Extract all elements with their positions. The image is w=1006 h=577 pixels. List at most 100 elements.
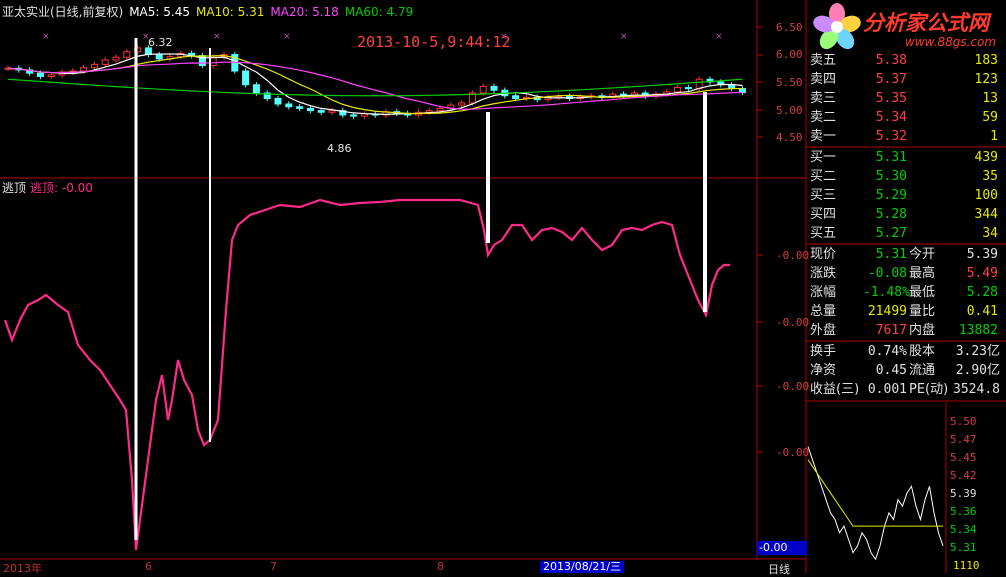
candle-body — [684, 87, 692, 90]
stat-label: 现价 — [810, 247, 837, 262]
price-low-label: 4.86 — [327, 142, 352, 155]
candle-body — [155, 54, 163, 60]
bid-label: 买二 — [810, 169, 837, 184]
stock-title: 亚太实业(日线,前复权) — [2, 5, 124, 19]
candle-body — [252, 84, 260, 94]
bid-row[interactable]: 买二 5.30 35 — [807, 167, 1006, 186]
ask-price: 5.38 — [875, 53, 907, 68]
stat-row: 现价 5.31 今开 5.39 — [807, 245, 1006, 264]
candle-body — [674, 87, 682, 93]
y-tick: 6.50 — [776, 21, 803, 34]
candle-body — [112, 56, 120, 61]
ask-row[interactable]: 卖四 5.37 123 — [807, 70, 1006, 89]
ask-price: 5.35 — [875, 91, 907, 106]
stat-row: 涨跌 -0.08 最高 5.49 — [807, 264, 1006, 283]
ask-row[interactable]: 卖五 5.38 183 — [807, 51, 1006, 70]
bid-volume: 344 — [974, 207, 998, 222]
intraday-y-tick: 5.47 — [950, 433, 977, 446]
stat-label: 涨跌 — [810, 266, 837, 281]
x-axis-label: 7 — [270, 560, 277, 573]
y-tick-indicator: -0.00 — [776, 446, 810, 459]
intraday-price-line — [807, 446, 944, 561]
fund-label: 流通 — [909, 363, 936, 378]
stat-value: 5.49 — [966, 266, 998, 281]
chart-header: 亚太实业(日线,前复权) MA5: 5.45 MA10: 5.31 MA20: 5.1… — [2, 3, 419, 20]
bid-row[interactable]: 买三 5.29 100 — [807, 186, 1006, 205]
bid-row[interactable]: 买一 5.31 439 — [807, 148, 1006, 167]
stat-label: 外盘 — [810, 323, 837, 338]
bid-volume: 100 — [974, 188, 998, 203]
event-marker: × — [620, 32, 628, 42]
bid-price: 5.28 — [875, 207, 907, 222]
candle-body — [47, 74, 55, 77]
ask-price: 5.32 — [875, 129, 907, 144]
stat-value: 5.28 — [966, 285, 998, 300]
fundamentals: 换手 0.74% 股本 3.23亿 净资 0.45 流通 2.90亿 收益(三) 0.001 P… — [807, 342, 1006, 400]
candle-body — [209, 56, 217, 66]
ask-price: 5.37 — [875, 72, 907, 87]
x-axis-label: 2013年 — [3, 562, 42, 575]
event-marker: × — [283, 32, 291, 42]
indicator-line — [3, 198, 730, 551]
candle-body — [274, 98, 282, 105]
flower-logo-icon — [813, 3, 861, 50]
ma20-label: MA20: 5.18 — [270, 5, 339, 19]
stat-label: 今开 — [909, 247, 936, 262]
bid-row[interactable]: 买五 5.27 34 — [807, 224, 1006, 243]
candle-body — [436, 107, 444, 112]
ask-row[interactable]: 卖一 5.32 1 — [807, 127, 1006, 146]
x-axis-label: 8 — [437, 560, 444, 573]
site-logo[interactable]: 分析家公式网 www.88gs.com — [805, 0, 1006, 52]
ask-label: 卖四 — [810, 72, 837, 87]
ma60-label: MA60: 4.79 — [344, 5, 414, 19]
bid-volume: 35 — [982, 169, 998, 184]
candle-body — [242, 70, 250, 86]
candle-body — [123, 51, 131, 58]
stat-row: 总量 21499 量比 0.41 — [807, 302, 1006, 321]
signal-bar — [209, 48, 211, 442]
candle-body — [101, 59, 109, 65]
candle-body — [738, 88, 746, 93]
logo-text: 分析家公式网 — [863, 11, 989, 35]
intraday-y-tick: 5.50 — [950, 415, 977, 428]
logo-url: www.88gs.com — [905, 35, 997, 49]
bid-price: 5.30 — [875, 169, 907, 184]
bid-price: 5.27 — [875, 226, 907, 241]
ask-row[interactable]: 卖三 5.35 13 — [807, 89, 1006, 108]
intraday-avg-line — [807, 459, 943, 527]
intraday-y-tick: 5.39 — [950, 487, 977, 500]
stat-label: 量比 — [909, 304, 936, 319]
candle-body — [80, 67, 88, 72]
fund-label: PE(动) — [909, 382, 949, 397]
fund-row: 换手 0.74% 股本 3.23亿 — [807, 342, 1006, 361]
indicator-header: 逃顶 逃顶: -0.00 — [2, 179, 93, 196]
y-tick-indicator: -0.00 — [776, 249, 810, 262]
stat-label: 最高 — [909, 266, 936, 281]
quote-stats: 现价 5.31 今开 5.39 涨跌 -0.08 最高 5.49 涨幅 -1.48% 最低 5.2… — [807, 245, 1006, 341]
bid-price: 5.29 — [875, 188, 907, 203]
candle-body — [620, 93, 628, 96]
stat-row: 外盘 7617 内盘 13882 — [807, 321, 1006, 340]
y-tick: 5.50 — [776, 76, 803, 89]
stat-value: 7617 — [875, 323, 907, 338]
y-tick: 5.00 — [776, 104, 803, 117]
ask-volume: 123 — [974, 72, 998, 87]
intraday-y-tick: 5.34 — [950, 523, 977, 536]
stat-value: 13882 — [958, 323, 998, 338]
ask-row[interactable]: 卖二 5.34 59 — [807, 108, 1006, 127]
ask-volume: 13 — [982, 91, 998, 106]
event-marker: × — [42, 32, 50, 42]
candle-body — [479, 85, 487, 94]
fund-value: 3.23亿 — [955, 344, 1000, 359]
ma5-line — [7, 53, 743, 115]
fund-value: 0.45 — [875, 363, 907, 378]
stat-label: 涨幅 — [810, 285, 837, 300]
candle-body — [285, 103, 293, 108]
intraday-volume: 1110 — [953, 559, 980, 572]
ask-label: 卖二 — [810, 110, 837, 125]
bid-row[interactable]: 买四 5.28 344 — [807, 205, 1006, 224]
candle-body — [328, 110, 336, 113]
signal-bar — [703, 92, 707, 312]
ma10-label: MA10: 5.31 — [195, 5, 265, 19]
stat-value: 21499 — [867, 304, 907, 319]
